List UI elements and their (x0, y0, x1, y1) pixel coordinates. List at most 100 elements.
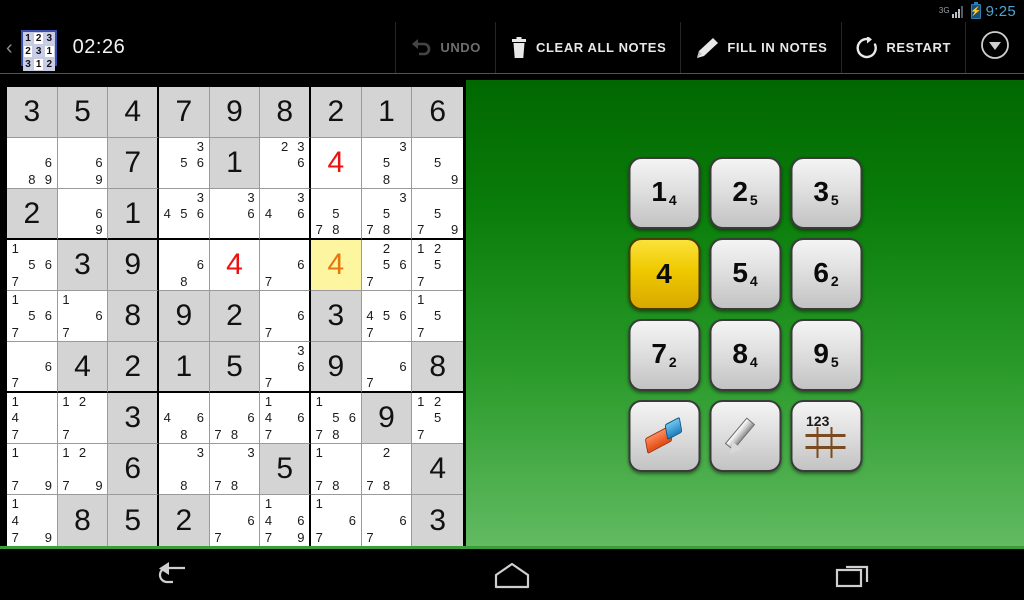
eraser-button[interactable] (628, 400, 700, 472)
notes-grid-button[interactable]: 123 (790, 400, 862, 472)
sudoku-cell-r4c7[interactable]: 4 (311, 240, 362, 291)
sudoku-cell-r7c8[interactable]: 9 (361, 393, 413, 444)
sudoku-cell-r7c7[interactable]: 156 78 (311, 393, 362, 444)
sudoku-cell-r3c7[interactable]: 578 (311, 189, 362, 240)
sudoku-cell-r7c2[interactable]: 12 7 (57, 393, 109, 444)
digit-2-button[interactable]: 25 (709, 157, 781, 229)
sudoku-cell-r7c6[interactable]: 14 6 7 (260, 393, 311, 444)
sudoku-cell-r6c2[interactable]: 4 (57, 342, 109, 393)
sudoku-cell-r8c1[interactable]: 1 7 9 (7, 444, 58, 495)
sudoku-cell-r6c1[interactable]: 67 (7, 342, 58, 393)
sudoku-cell-r3c6[interactable]: 3 4 6 (260, 189, 311, 240)
sudoku-cell-r7c1[interactable]: 147 (7, 393, 58, 444)
sudoku-cell-r4c6[interactable]: 67 (260, 240, 311, 291)
sudoku-cell-r5c3[interactable]: 8 (108, 291, 159, 342)
sudoku-cell-r9c2[interactable]: 8 (57, 495, 109, 546)
sudoku-cell-r3c9[interactable]: 57 9 (412, 189, 463, 240)
sudoku-cell-r2c2[interactable]: 69 (57, 138, 109, 189)
sudoku-cell-r2c7[interactable]: 4 (311, 138, 362, 189)
sudoku-cell-r1c2[interactable]: 5 (57, 87, 109, 138)
restart-button[interactable]: RESTART (841, 22, 965, 73)
fill-in-notes-button[interactable]: FILL IN NOTES (680, 22, 841, 73)
sudoku-cell-r5c2[interactable]: 1 6 7 (57, 291, 109, 342)
sudoku-cell-r4c4[interactable]: 68 (159, 240, 210, 291)
sudoku-cell-r5c1[interactable]: 1567 (7, 291, 58, 342)
sudoku-cell-r9c1[interactable]: 1 4 7 9 (7, 495, 58, 546)
sudoku-cell-r2c9[interactable]: 59 (412, 138, 463, 189)
digit-8-button[interactable]: 84 (709, 319, 781, 391)
clear-all-notes-button[interactable]: CLEAR ALL NOTES (495, 22, 680, 73)
sudoku-cell-r5c5[interactable]: 2 (209, 291, 261, 342)
sudoku-cell-r8c8[interactable]: 2 78 (361, 444, 413, 495)
sudoku-cell-r1c3[interactable]: 4 (108, 87, 159, 138)
sudoku-cell-r6c7[interactable]: 9 (311, 342, 362, 393)
sudoku-cell-r6c8[interactable]: 67 (361, 342, 413, 393)
sudoku-cell-r7c3[interactable]: 3 (108, 393, 159, 444)
sudoku-cell-r6c9[interactable]: 8 (412, 342, 463, 393)
digit-9-button[interactable]: 95 (790, 319, 862, 391)
digit-1-button[interactable]: 14 (628, 157, 700, 229)
sudoku-cell-r9c6[interactable]: 1 4 6 7 9 (260, 495, 311, 546)
sudoku-cell-r3c4[interactable]: 3 456 (159, 189, 210, 240)
sudoku-cell-r9c5[interactable]: 67 (209, 495, 261, 546)
sudoku-cell-r6c6[interactable]: 36 7 (260, 342, 311, 393)
sudoku-cell-r3c5[interactable]: 36 (209, 189, 261, 240)
sudoku-cell-r5c7[interactable]: 3 (311, 291, 362, 342)
sudoku-cell-r9c3[interactable]: 5 (108, 495, 159, 546)
sudoku-cell-r5c9[interactable]: 157 (412, 291, 463, 342)
sudoku-cell-r4c9[interactable]: 1257 (412, 240, 463, 291)
nav-recents[interactable] (798, 549, 908, 600)
sudoku-cell-r4c3[interactable]: 9 (108, 240, 159, 291)
digit-4-button[interactable]: 4 (628, 238, 700, 310)
sudoku-board[interactable]: 3547982166896973561236435859269134563634… (4, 84, 466, 549)
sudoku-cell-r7c9[interactable]: 1257 (412, 393, 463, 444)
sudoku-cell-r8c9[interactable]: 4 (412, 444, 463, 495)
pencil-button[interactable] (709, 400, 781, 472)
sudoku-cell-r1c8[interactable]: 1 (361, 87, 413, 138)
sudoku-grid[interactable]: 3547982166896973561236435859269134563634… (7, 87, 463, 546)
sudoku-logo-icon[interactable]: 123231312 (20, 29, 57, 71)
sudoku-cell-r8c7[interactable]: 1 78 (311, 444, 362, 495)
sudoku-cell-r4c8[interactable]: 256 7 (361, 240, 413, 291)
sudoku-cell-r4c2[interactable]: 3 (57, 240, 109, 291)
sudoku-cell-r7c4[interactable]: 4 68 (159, 393, 210, 444)
digit-6-button[interactable]: 62 (790, 238, 862, 310)
sudoku-cell-r9c8[interactable]: 67 (361, 495, 413, 546)
sudoku-cell-r9c4[interactable]: 2 (159, 495, 210, 546)
sudoku-cell-r3c1[interactable]: 2 (7, 189, 58, 240)
sudoku-cell-r1c1[interactable]: 3 (7, 87, 58, 138)
sudoku-cell-r8c3[interactable]: 6 (108, 444, 159, 495)
sudoku-cell-r5c4[interactable]: 9 (159, 291, 210, 342)
sudoku-cell-r7c5[interactable]: 6 78 (209, 393, 261, 444)
sudoku-cell-r6c5[interactable]: 5 (209, 342, 261, 393)
sudoku-cell-r1c9[interactable]: 6 (412, 87, 463, 138)
sudoku-cell-r3c2[interactable]: 69 (57, 189, 109, 240)
sudoku-cell-r4c1[interactable]: 1567 (7, 240, 58, 291)
nav-back[interactable] (116, 549, 226, 600)
sudoku-cell-r9c9[interactable]: 3 (412, 495, 463, 546)
sudoku-cell-r1c7[interactable]: 2 (311, 87, 362, 138)
sudoku-cell-r1c6[interactable]: 8 (260, 87, 311, 138)
digit-5-button[interactable]: 54 (709, 238, 781, 310)
sudoku-cell-r2c8[interactable]: 358 (361, 138, 413, 189)
sudoku-cell-r3c3[interactable]: 1 (108, 189, 159, 240)
undo-button[interactable]: UNDO (395, 22, 495, 73)
sudoku-cell-r1c4[interactable]: 7 (159, 87, 210, 138)
sudoku-cell-r3c8[interactable]: 3578 (361, 189, 413, 240)
sudoku-cell-r9c7[interactable]: 1 6 7 (311, 495, 362, 546)
sudoku-cell-r8c5[interactable]: 3 78 (209, 444, 261, 495)
back-caret-icon[interactable]: ‹ (4, 38, 15, 58)
digit-3-button[interactable]: 35 (790, 157, 862, 229)
sudoku-cell-r4c5[interactable]: 4 (209, 240, 261, 291)
sudoku-cell-r8c6[interactable]: 5 (260, 444, 311, 495)
sudoku-cell-r6c4[interactable]: 1 (159, 342, 210, 393)
sudoku-cell-r2c4[interactable]: 356 (159, 138, 210, 189)
sudoku-cell-r8c2[interactable]: 12 7 9 (57, 444, 109, 495)
number-keypad[interactable]: 1 4 2 5 3 5 4 5 4 6 2 7 2 8 4 9 5 123 (624, 153, 867, 477)
sudoku-cell-r2c1[interactable]: 689 (7, 138, 58, 189)
sudoku-cell-r2c3[interactable]: 7 (108, 138, 159, 189)
sudoku-cell-r5c6[interactable]: 67 (260, 291, 311, 342)
nav-home[interactable] (457, 549, 567, 600)
sudoku-cell-r6c3[interactable]: 2 (108, 342, 159, 393)
sudoku-cell-r2c5[interactable]: 1 (209, 138, 261, 189)
